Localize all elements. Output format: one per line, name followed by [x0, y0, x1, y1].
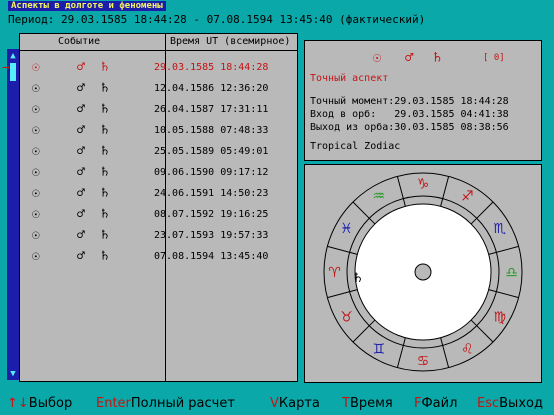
exit-button[interactable]: EscВыход — [477, 393, 543, 415]
event-time: 29.03.1585 18:44:28 — [154, 62, 269, 73]
zodiac-sign-0-icon: ♈ — [328, 265, 341, 281]
table-row[interactable]: ☉ ♂ ♄ 08.07.1592 19:16:25 — [20, 205, 297, 225]
full-calc-button[interactable]: EnterПолный расчет — [96, 393, 235, 415]
sun-icon: ☉ — [32, 228, 40, 243]
time-button[interactable]: TВремя — [342, 393, 393, 415]
zodiac-sign-1-icon: ♉ — [340, 309, 353, 325]
table-row[interactable]: ☉ ♂ ♄ 09.06.1590 09:17:12 — [20, 163, 297, 183]
saturn-icon: ♄ — [101, 81, 109, 96]
table-row[interactable]: ☉ ♂ ♄ 26.04.1587 17:31:11 — [20, 100, 297, 120]
scrollbar[interactable]: ▲ ▼ — [7, 49, 19, 380]
event-list-panel: Событие Время UT (всемирное) → ☉ ♂ ♄ 29.03.1… — [2, 33, 298, 382]
mars-icon: ♂ — [77, 165, 85, 180]
zodiac-sign-7-icon: ♏ — [493, 221, 506, 237]
event-time: 07.08.1594 13:45:40 — [154, 251, 269, 262]
saturn-icon: ♄ — [101, 123, 109, 138]
chart-button[interactable]: VКарта — [270, 393, 320, 415]
sun-icon: ☉ — [32, 123, 40, 138]
exact-aspect-label: Точный аспект — [310, 73, 389, 84]
aspect-info-panel: ☉ ♂ ♄ [ 0] Точный аспект Точный момент:2… — [304, 40, 542, 161]
event-time: 09.06.1590 09:17:12 — [154, 167, 269, 178]
file-button[interactable]: FФайл — [414, 393, 457, 415]
zodiac-sign-11-icon: ♓ — [340, 221, 353, 237]
orb-exit: Выход из орба:30.03.1585 08:38:56 — [310, 122, 509, 133]
event-time: 12.04.1586 12:36:20 — [154, 83, 269, 94]
event-time: 23.07.1593 19:57:33 — [154, 230, 269, 241]
zodiac-wheel: ♈ ♉ ♊ ♋ ♌ ♍ ♎ ♏ ♐ ♑ ♒ ♓ ♄ — [323, 172, 523, 372]
sun-icon: ☉ — [32, 60, 40, 75]
saturn-icon: ♄ — [101, 102, 109, 117]
zodiac-sign-3-icon: ♋ — [417, 354, 430, 370]
zodiac-sign-8-icon: ♐ — [461, 188, 474, 204]
table-row[interactable]: ☉ ♂ ♄ 07.08.1594 13:45:40 — [20, 247, 297, 267]
mars-icon: ♂ — [405, 50, 414, 66]
wheel-hub — [414, 263, 432, 281]
saturn-icon: ♄ — [101, 144, 109, 159]
title-bar: Аспекты в долготе и феномены — [0, 0, 554, 12]
window-title: Аспекты в долготе и феномены — [8, 1, 166, 11]
selected-row-arrow-icon: → — [2, 60, 10, 75]
mars-icon: ♂ — [77, 102, 85, 117]
sun-icon: ☉ — [373, 50, 382, 66]
mars-icon: ♂ — [77, 186, 85, 201]
mars-icon: ♂ — [77, 123, 85, 138]
saturn-icon: ♄ — [101, 186, 109, 201]
sun-icon: ☉ — [32, 81, 40, 96]
select-hint[interactable]: ↑↓Выбор — [7, 393, 72, 415]
zodiac-sign-5-icon: ♍ — [493, 309, 506, 325]
event-time: 26.04.1587 17:31:11 — [154, 104, 269, 115]
table-row[interactable]: ☉ ♂ ♄ 25.05.1589 05:49:01 — [20, 142, 297, 162]
zodiac-sign-2-icon: ♊ — [372, 342, 385, 358]
sun-icon: ☉ — [32, 144, 40, 159]
sun-icon: ☉ — [32, 249, 40, 264]
zodiac-sign-6-icon: ♎ — [505, 265, 518, 281]
mars-icon: ♂ — [77, 249, 85, 264]
saturn-icon: ♄ — [433, 50, 442, 66]
sun-icon: ☉ — [32, 165, 40, 180]
period-label: Период: 29.03.1585 18:44:28 - 07.08.1594… — [8, 13, 426, 26]
event-time: 10.05.1588 07:48:33 — [154, 125, 269, 136]
mars-icon: ♂ — [77, 228, 85, 243]
zodiac-type: Tropical Zodiac — [310, 141, 401, 152]
sun-icon: ☉ — [32, 207, 40, 222]
scroll-thumb[interactable] — [10, 63, 16, 81]
mars-icon: ♂ — [77, 207, 85, 222]
sun-icon: ☉ — [32, 186, 40, 201]
mars-icon: ♂ — [77, 81, 85, 96]
footer-bar: ↑↓Выбор EnterПолный расчет VКарта TВремя… — [0, 393, 554, 415]
event-time: 24.06.1591 14:50:23 — [154, 188, 269, 199]
saturn-icon: ♄ — [101, 165, 109, 180]
saturn-position-icon: ♄ — [352, 271, 364, 286]
column-header-event: Событие — [58, 36, 101, 47]
scroll-down-icon[interactable]: ▼ — [7, 370, 19, 379]
saturn-icon: ♄ — [101, 249, 109, 264]
aspect-counter: [ 0] — [483, 53, 505, 63]
zodiac-chart-panel: ♈ ♉ ♊ ♋ ♌ ♍ ♎ ♏ ♐ ♑ ♒ ♓ ♄ — [304, 164, 542, 383]
sun-icon: ☉ — [32, 102, 40, 117]
table-row[interactable]: ☉ ♂ ♄ 23.07.1593 19:57:33 — [20, 226, 297, 246]
event-time: 25.05.1589 05:49:01 — [154, 146, 269, 157]
event-time: 08.07.1592 19:16:25 — [154, 209, 269, 220]
column-header-time: Время UT (всемирное) — [170, 36, 291, 47]
zodiac-sign-4-icon: ♌ — [461, 342, 474, 358]
table-row[interactable]: ☉ ♂ ♄ 24.06.1591 14:50:23 — [20, 184, 297, 204]
exact-moment: Точный момент:29.03.1585 18:44:28 — [310, 96, 509, 107]
orb-entry: Вход в орб: 29.03.1585 04:41:38 — [310, 109, 509, 120]
table-row[interactable]: → ☉ ♂ ♄ 29.03.1585 18:44:28 — [2, 58, 297, 78]
saturn-icon: ♄ — [101, 60, 109, 75]
zodiac-sign-9-icon: ♑ — [417, 177, 430, 193]
saturn-icon: ♄ — [101, 228, 109, 243]
table-row[interactable]: ☉ ♂ ♄ 12.04.1586 12:36:20 — [20, 79, 297, 99]
header-divider — [20, 50, 297, 51]
table-row[interactable]: ☉ ♂ ♄ 10.05.1588 07:48:33 — [20, 121, 297, 141]
mars-icon: ♂ — [77, 144, 85, 159]
saturn-icon: ♄ — [101, 207, 109, 222]
mars-icon: ♂ — [77, 60, 85, 75]
zodiac-sign-10-icon: ♒ — [372, 188, 385, 204]
